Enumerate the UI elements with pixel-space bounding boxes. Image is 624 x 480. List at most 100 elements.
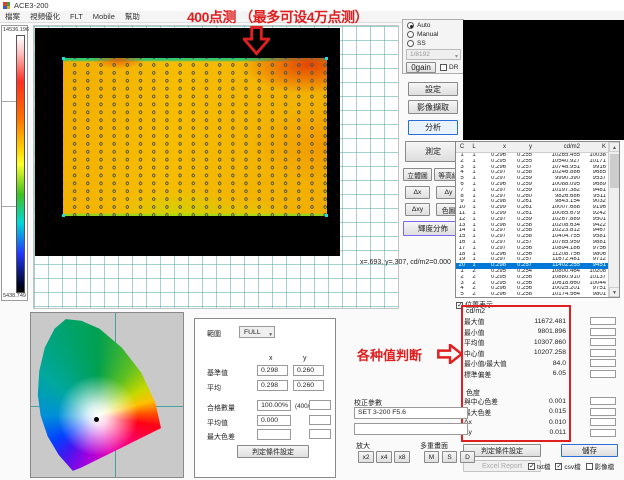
radio-ss-icon[interactable]	[407, 40, 414, 47]
csv-checkbox-icon[interactable]	[555, 463, 562, 470]
stereo-view-button[interactable]: 立體圖	[403, 168, 432, 181]
analyze-button[interactable]: 分析	[408, 120, 458, 135]
menu-flt[interactable]: FLT	[70, 12, 83, 21]
zoom-x8-button[interactable]: x8	[394, 451, 410, 463]
app-logo-icon	[3, 2, 10, 9]
average-x-field[interactable]: 0.298	[257, 380, 288, 391]
radio-auto-icon[interactable]	[407, 22, 414, 29]
cie-horseshoe	[35, 316, 175, 474]
table-row[interactable]: 520.2960.25810174.5649801	[456, 292, 619, 298]
reference-x-field[interactable]: 0.298	[257, 365, 288, 376]
csv-file-checkbox[interactable]: csv檔	[555, 461, 580, 471]
zoom-x4-button[interactable]: x4	[376, 451, 392, 463]
average-y-field[interactable]: 0.260	[293, 380, 324, 391]
judge-result-box	[590, 429, 616, 437]
chroma-stats: 與中心色差0.001最大色差0.015Δx0.010Δy0.011	[464, 396, 622, 438]
capture-mode-group: Auto Manual SS 1/8192 ▾ 0gain DR	[402, 19, 464, 74]
dr-checkbox[interactable]: DR	[440, 64, 458, 71]
zoom-x2-button[interactable]: x2	[358, 451, 374, 463]
capture-button[interactable]: 影像擷取	[408, 100, 458, 114]
judge-result-box	[590, 338, 616, 346]
reference-y-field[interactable]: 0.260	[293, 365, 324, 376]
calibration-extra-field[interactable]	[354, 423, 468, 435]
luminance-heatmap[interactable]	[63, 58, 327, 216]
luminance-stats: 最大值11672.481最小值9801.896平均值10307.860中心值10…	[464, 316, 622, 379]
save-button[interactable]: 儲存	[561, 444, 618, 457]
pass-judge-box	[309, 400, 331, 410]
multi-screen-label: 多重畫面	[420, 441, 448, 451]
stat-row: Δy0.011	[464, 428, 622, 439]
radio-auto[interactable]: Auto	[407, 22, 430, 29]
judge-condition-settings-button[interactable]: 判定條件設定	[237, 445, 309, 458]
judge-result-box	[590, 317, 616, 325]
reference-label: 基準值	[207, 368, 228, 378]
luminance-colorbar: 14536.196 5438.749	[1, 25, 28, 301]
table-column-header: K	[580, 142, 608, 152]
scroll-up-icon[interactable]: ▲	[609, 142, 620, 152]
measure-point-grid	[63, 58, 327, 216]
stat-row: Δx0.010	[464, 417, 622, 428]
chevron-down-icon: ▾	[455, 52, 458, 62]
maxdiff-label: 最大色差	[207, 432, 235, 442]
avgdiff-field: 0.000	[257, 415, 291, 426]
right-arrow-icon	[437, 344, 463, 364]
multi-s-button[interactable]: S	[442, 451, 457, 463]
table-scrollbar[interactable]: ▲ ▼	[608, 142, 619, 297]
judge-result-box	[590, 408, 616, 416]
camera-preview[interactable]	[463, 20, 624, 140]
dr-checkbox-icon[interactable]	[440, 64, 447, 71]
white-point-marker	[94, 417, 99, 422]
colorbar-gradient	[16, 35, 25, 293]
measurement-table-body: 110.2960.25510265.45510038210.2950.25510…	[456, 153, 619, 298]
delta-x-button[interactable]: Δx	[405, 186, 430, 199]
multi-d-button[interactable]: D	[460, 451, 475, 463]
stat-row: 與中心色差0.001	[464, 396, 622, 407]
table-column-header: L	[468, 142, 480, 152]
measure-button[interactable]: 測定	[405, 141, 461, 162]
avgdiff-label: 平均值	[207, 418, 228, 428]
radio-ss[interactable]: SS	[407, 40, 426, 47]
image-checkbox-icon[interactable]	[586, 463, 593, 470]
pass-count-label: 合格數量	[207, 403, 235, 413]
luminance-distribution-button[interactable]: 輝度分佈	[403, 221, 463, 236]
stat-row: 標準偏差6.05	[464, 369, 622, 380]
table-column-header: cd/m2	[532, 142, 580, 152]
delta-xy-button[interactable]: Δxy	[405, 203, 430, 216]
judge-result-box	[590, 328, 616, 336]
scroll-down-icon[interactable]: ▼	[609, 287, 620, 297]
scrollbar-thumb[interactable]	[610, 154, 619, 188]
x-column-header: x	[269, 355, 273, 362]
menu-video-opt[interactable]: 視頻優化	[30, 11, 60, 22]
image-display-area[interactable]	[35, 28, 340, 256]
multi-m-button[interactable]: M	[424, 451, 439, 463]
radio-manual-icon[interactable]	[407, 31, 414, 38]
range-label: 範圍	[207, 329, 221, 339]
exposure-select[interactable]: 1/8192 ▾	[406, 49, 461, 60]
pass-percent-field: 100.00%	[257, 400, 291, 411]
measurement-table-header: CLxycd/m2K	[456, 142, 619, 153]
settings-button[interactable]: 設定	[408, 82, 458, 96]
menu-mobile[interactable]: Mobile	[93, 12, 115, 21]
judge-result-box	[590, 359, 616, 367]
calibration-set-field[interactable]: SET 3-200 F5.6	[354, 407, 468, 419]
points-annotation-text: 400点测 （最多可设4万点测）	[187, 7, 368, 27]
measurement-table: CLxycd/m2K 110.2960.25510265.45510038210…	[455, 141, 620, 298]
judge-result-box	[590, 397, 616, 405]
stat-row: 最大色差0.015	[464, 407, 622, 418]
stat-row: 最小值/最大值84.0	[464, 358, 622, 369]
table-column-header: x	[480, 142, 506, 152]
zoom-group-label: 放大	[356, 441, 370, 451]
radio-manual[interactable]: Manual	[407, 31, 438, 38]
colorbar-max-label: 14536.196	[3, 27, 29, 33]
colorbar-min-label: 5438.749	[3, 293, 26, 299]
position-checkbox-icon[interactable]	[456, 302, 463, 309]
luminance-stats-title: cd/m2	[466, 308, 485, 315]
menu-file[interactable]: 檔案	[5, 11, 20, 22]
txt-file-checkbox[interactable]: txt檔	[528, 461, 550, 471]
range-select[interactable]: FULL ▾	[239, 326, 275, 338]
stat-row: 最小值9801.896	[464, 327, 622, 338]
image-file-checkbox[interactable]: 影像檔	[586, 461, 615, 471]
zero-gain-button[interactable]: 0gain	[406, 62, 436, 73]
txt-checkbox-icon[interactable]	[528, 463, 535, 470]
menu-help[interactable]: 幫助	[125, 11, 140, 22]
